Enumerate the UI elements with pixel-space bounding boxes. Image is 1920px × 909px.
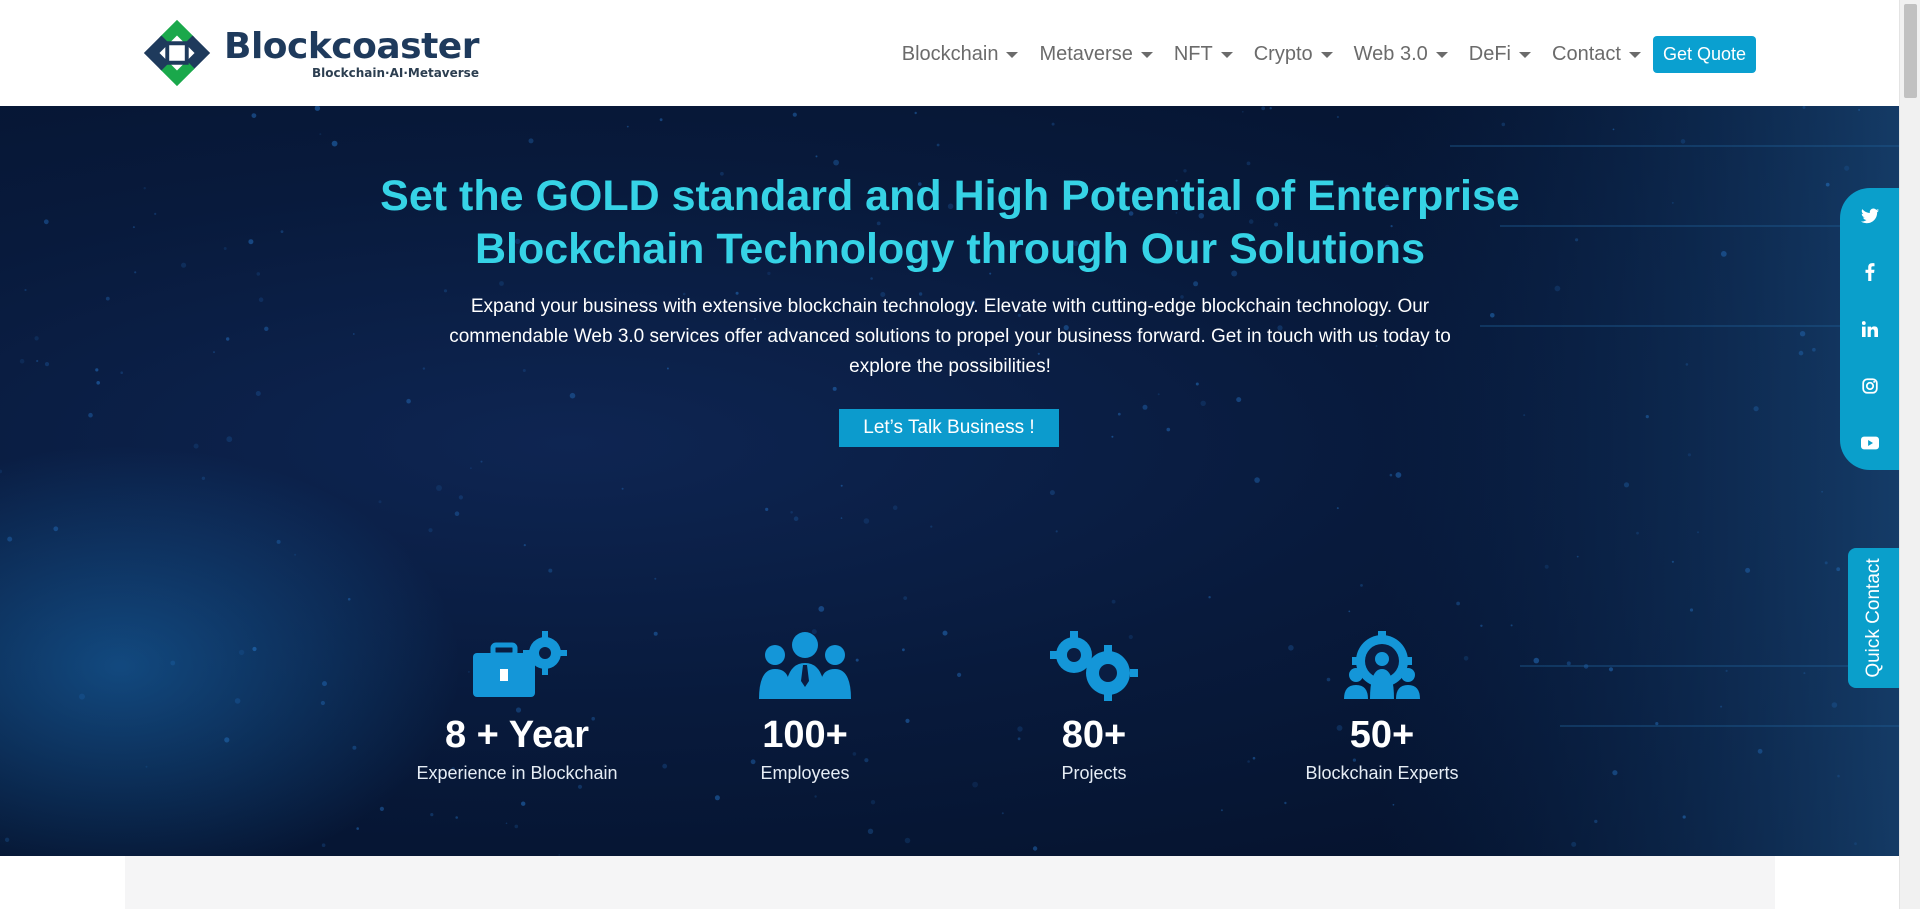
team-icon — [759, 632, 851, 699]
stat-employees: 100+ Employees — [655, 631, 955, 784]
scrollbar-thumb[interactable] — [1904, 4, 1917, 98]
facebook-icon — [1865, 263, 1874, 281]
nav-item-metaverse[interactable]: Metaverse — [1039, 43, 1153, 66]
caret-down-icon — [1519, 51, 1531, 58]
briefcase-gear-icon — [473, 631, 567, 697]
nav-label: Crypto — [1253, 43, 1313, 65]
stat-label: Experience in Blockchain — [416, 763, 618, 783]
nav-label: Metaverse — [1039, 43, 1133, 65]
logo-icon — [143, 19, 211, 87]
instagram-link[interactable] — [1840, 366, 1899, 406]
nav-item-nft[interactable]: NFT — [1174, 43, 1233, 66]
youtube-link[interactable] — [1840, 423, 1899, 463]
stat-projects: 80+ Projects — [944, 631, 1244, 784]
main-nav: Blockchain Metaverse NFT Crypto Web 3.0 … — [881, 36, 1756, 73]
nav-label: DeFi — [1468, 43, 1511, 65]
nav-label: NFT — [1173, 43, 1213, 65]
stat-label: Blockchain Experts — [1305, 763, 1459, 783]
quick-contact-label: Quick Contact — [1862, 558, 1884, 678]
facebook-link[interactable] — [1840, 252, 1899, 292]
nav-item-web3[interactable]: Web 3.0 — [1354, 43, 1448, 66]
next-section — [125, 856, 1775, 909]
social-sidebar — [1840, 188, 1899, 470]
caret-down-icon — [1435, 51, 1448, 58]
instagram-icon — [1861, 378, 1878, 394]
twitter-icon — [1860, 208, 1879, 224]
logo-tagline: Blockchain·AI·Metaverse — [312, 65, 479, 80]
get-quote-button[interactable]: Get Quote — [1652, 36, 1756, 73]
logo-name: Blockcoaster — [224, 25, 479, 67]
nav-label: Contact — [1552, 43, 1621, 65]
caret-down-icon — [1320, 51, 1333, 58]
linkedin-icon — [1861, 321, 1878, 337]
twitter-link[interactable] — [1840, 196, 1899, 236]
nav-label: Web 3.0 — [1353, 43, 1428, 65]
stat-label: Employees — [760, 763, 850, 783]
stat-value: 80+ — [1061, 714, 1127, 756]
stat-label: Projects — [1061, 763, 1127, 783]
stat-value: 50+ — [1349, 714, 1415, 756]
site-header: Blockcoaster Blockchain·AI·Metaverse Blo… — [0, 0, 1899, 106]
caret-down-icon — [1006, 51, 1019, 58]
nav-item-blockchain[interactable]: Blockchain — [902, 43, 1019, 66]
caret-down-icon — [1140, 51, 1153, 58]
nav-item-contact[interactable]: Contact — [1552, 43, 1641, 66]
caret-down-icon — [1628, 51, 1641, 58]
nav-label: Blockchain — [901, 43, 999, 65]
hero-section: Set the GOLD standard and High Potential… — [0, 106, 1899, 856]
stat-experts: 50+ Blockchain Experts — [1232, 631, 1532, 784]
quick-contact-tab[interactable]: Quick Contact — [1848, 548, 1899, 688]
stats-row: 8 + Year Experience in Blockchain 100+ E… — [0, 106, 1899, 856]
page-scrollbar[interactable] — [1899, 0, 1920, 909]
linkedin-link[interactable] — [1840, 309, 1899, 349]
experts-gear-icon — [1344, 631, 1420, 699]
nav-item-defi[interactable]: DeFi — [1469, 43, 1531, 66]
logo[interactable]: Blockcoaster Blockchain·AI·Metaverse — [138, 14, 479, 92]
stat-value: 8 + Year — [444, 714, 590, 756]
gears-icon — [1050, 631, 1138, 701]
stat-value: 100+ — [762, 714, 848, 756]
youtube-icon — [1860, 436, 1879, 450]
caret-down-icon — [1220, 51, 1233, 58]
stat-experience: 8 + Year Experience in Blockchain — [367, 631, 667, 784]
nav-item-crypto[interactable]: Crypto — [1254, 43, 1333, 66]
